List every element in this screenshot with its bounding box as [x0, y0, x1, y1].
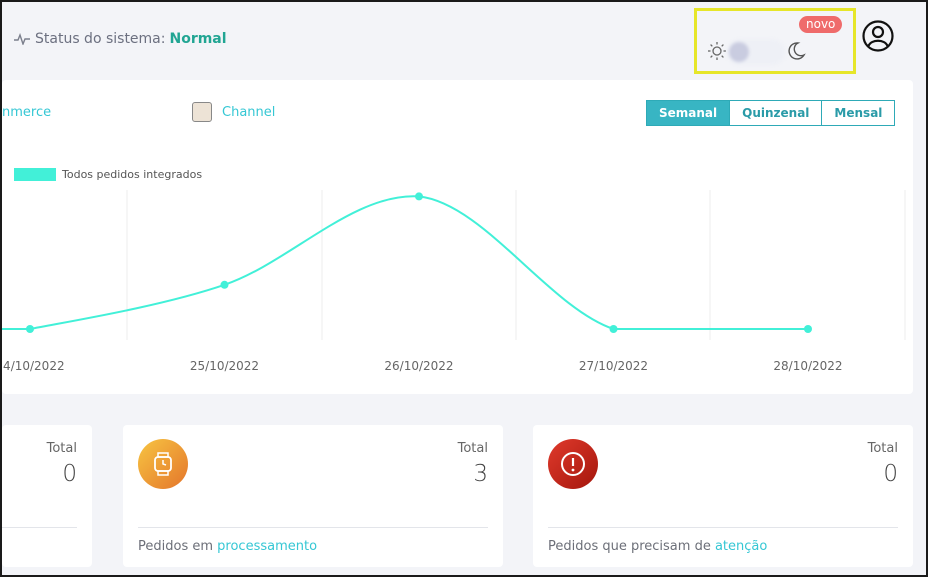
data-point-0 [26, 325, 34, 333]
series-filter-ecommerce[interactable]: nmerce [2, 105, 51, 120]
status-value: Normal [169, 31, 227, 47]
summary-card-attention: Total 0 Pedidos que precisam de atenção [533, 425, 913, 567]
new-badge: novo [799, 16, 843, 33]
summary-card-processing: Total 3 Pedidos em processamento [123, 425, 503, 567]
divider [548, 527, 898, 528]
pulse-icon [14, 33, 30, 45]
user-icon[interactable] [862, 20, 894, 52]
sun-icon [708, 42, 726, 60]
alert-icon [548, 439, 598, 489]
period-biweekly-button[interactable]: Quinzenal [730, 100, 823, 126]
data-point-3 [609, 325, 618, 333]
description-text: Pedidos em [138, 539, 218, 554]
channel-label: Channel [222, 104, 276, 120]
theme-switcher: novo [694, 8, 856, 74]
period-weekly-button[interactable]: Semanal [646, 100, 731, 126]
data-point-1 [220, 280, 229, 289]
chart-card: nmerce Channel Semanal Quinzenal Mensal … [2, 80, 913, 394]
card-description: Pedidos que precisam de atenção [548, 539, 767, 554]
total-value: 0 [62, 461, 77, 487]
watch-icon [138, 439, 188, 489]
series-filter-channel[interactable]: Channel [192, 102, 275, 122]
card-description: Pedidos em processamento [138, 539, 317, 554]
period-monthly-button[interactable]: Mensal [822, 100, 896, 126]
top-bar: Status do sistema: Normal novo [2, 2, 926, 80]
total-label: Total [46, 441, 77, 456]
data-point-4 [804, 325, 812, 333]
divider [138, 527, 488, 528]
status-label: Status do sistema: [35, 31, 166, 47]
moon-icon [788, 42, 806, 60]
summary-card-total: Total 0 [2, 425, 92, 567]
description-text: Pedidos que precisam de [548, 539, 715, 554]
total-value: 0 [883, 461, 898, 487]
total-value: 3 [473, 461, 488, 487]
total-label: Total [867, 441, 898, 456]
channel-checkbox[interactable] [192, 102, 212, 122]
description-link[interactable]: atenção [715, 539, 767, 554]
divider [2, 527, 77, 528]
data-point-2 [415, 192, 423, 201]
orders-line-chart: 24/10/2022 25/10/2022 26/10/2022 27/10/2022… [2, 190, 906, 373]
theme-toggle[interactable] [727, 39, 785, 65]
x-tick-label-4: 28/10/2022 [773, 359, 842, 373]
system-status: Status do sistema: Normal [14, 31, 227, 47]
toggle-knob [729, 42, 749, 62]
period-selector: Semanal Quinzenal Mensal [646, 100, 896, 126]
x-tick-label-0: 24/10/2022 [2, 359, 65, 373]
x-tick-label-1: 25/10/2022 [190, 359, 259, 373]
series-line-0 [2, 195, 808, 330]
x-tick-label-3: 27/10/2022 [579, 359, 648, 373]
description-link[interactable]: processamento [217, 539, 317, 554]
x-tick-label-2: 26/10/2022 [384, 359, 453, 373]
total-label: Total [457, 441, 488, 456]
